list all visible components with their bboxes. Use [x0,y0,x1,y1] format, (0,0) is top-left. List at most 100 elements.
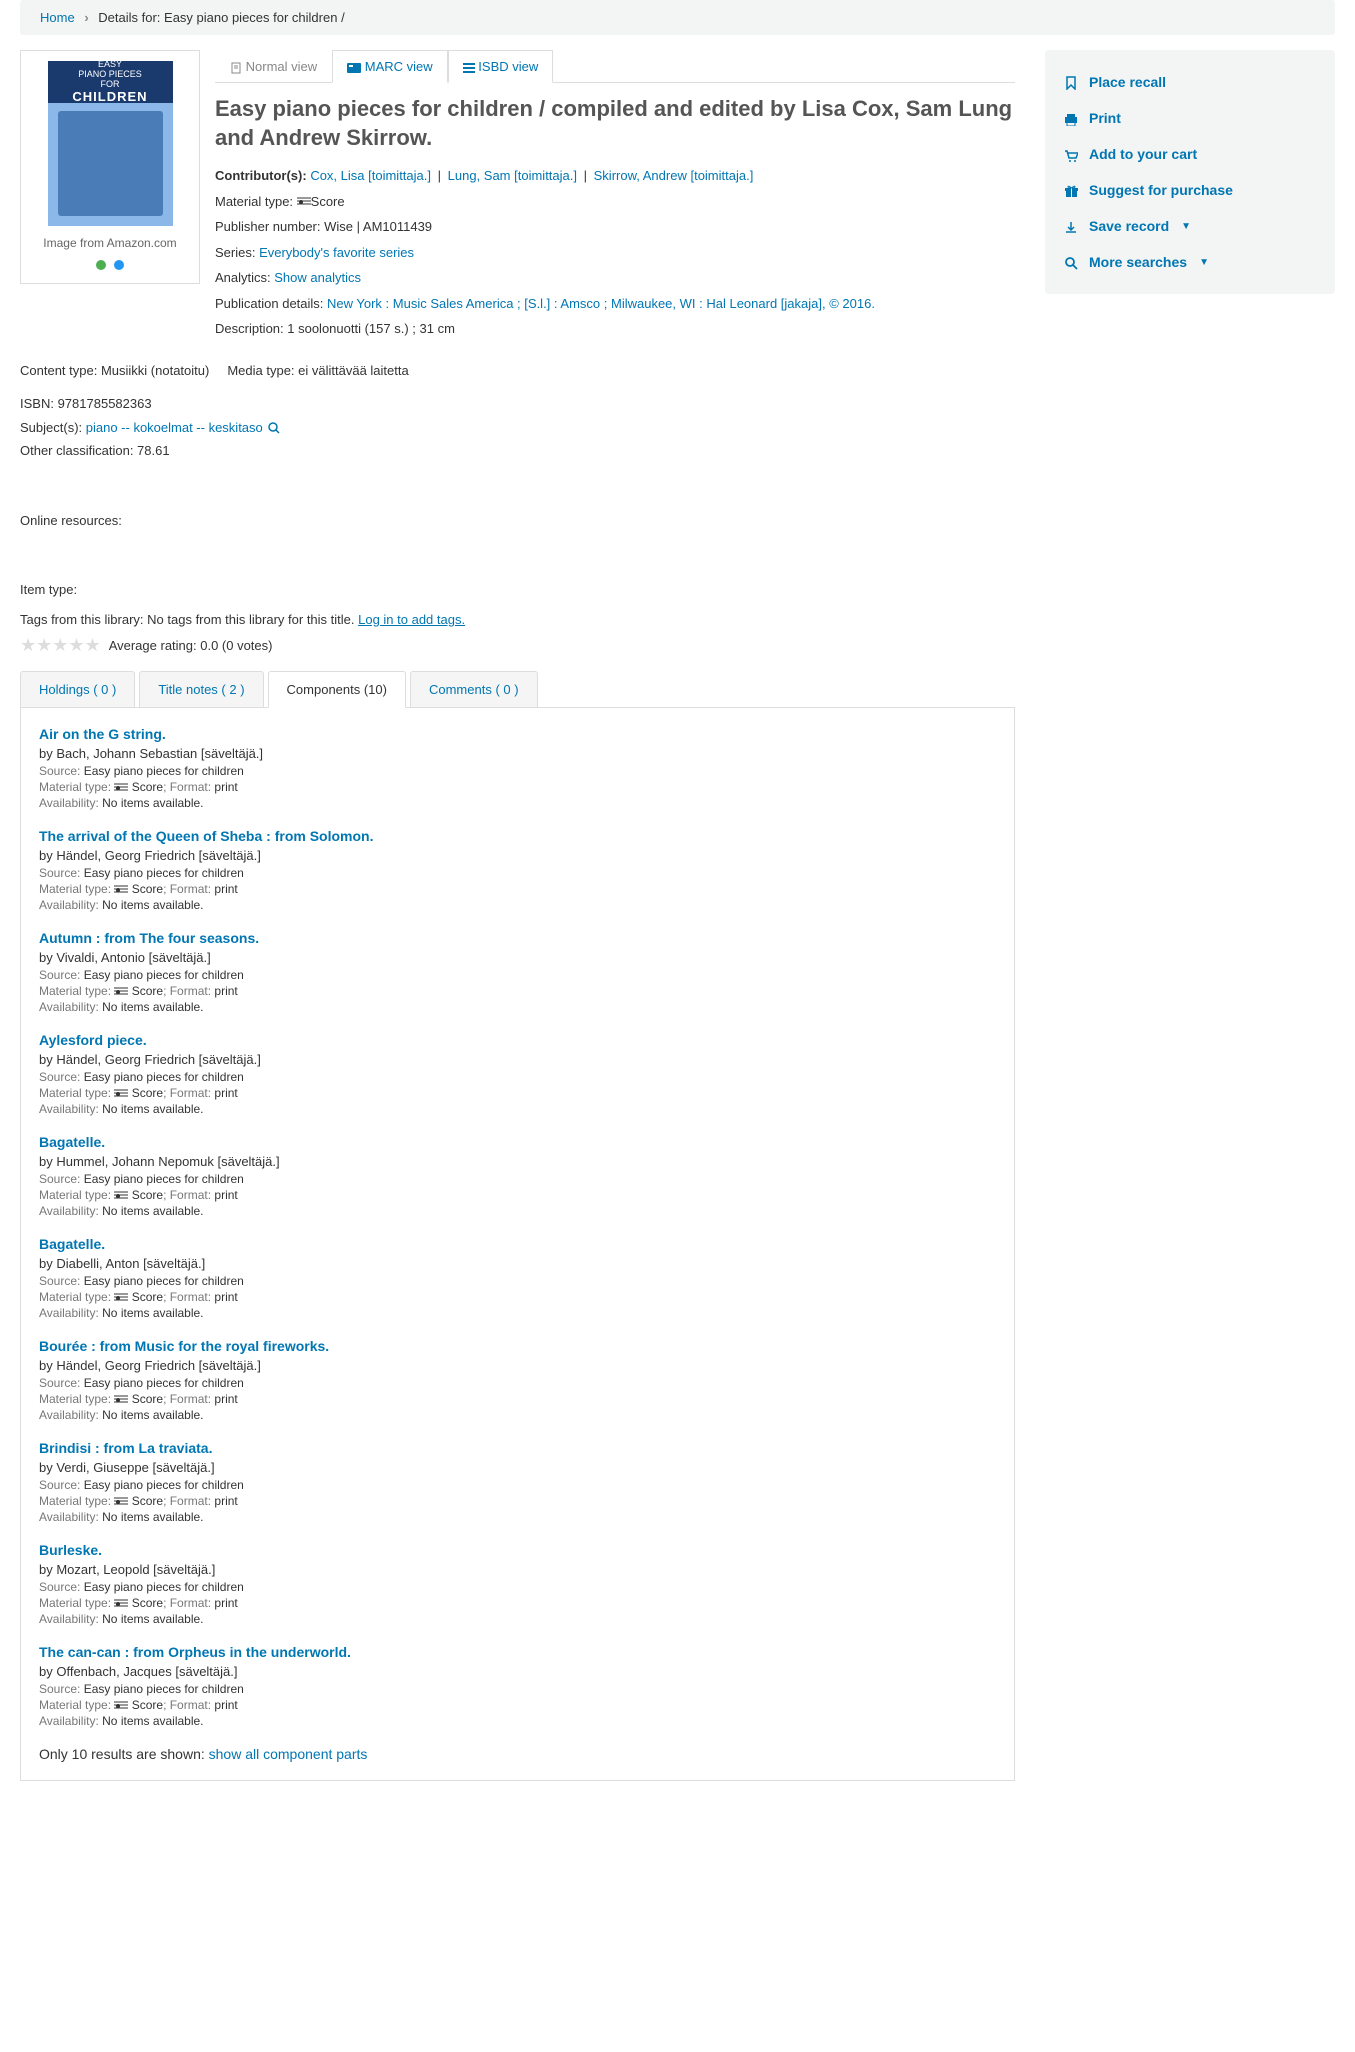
breadcrumb-current: Details for: Easy piano pieces for child… [98,10,344,25]
component-item: Brindisi : from La traviata.by Verdi, Gi… [39,1440,996,1524]
pubdetails-label: Publication details: [215,296,327,311]
sidebar-save-record[interactable]: Save record ▼ [1063,208,1317,244]
sidebar-more-searches[interactable]: More searches ▼ [1063,244,1317,280]
tab-marc-label: MARC view [365,59,433,74]
tab-components[interactable]: Components (10) [268,671,406,708]
tab-normal-view[interactable]: Normal view [215,50,332,82]
cover-image[interactable]: EASYPIANO PIECESFORCHILDREN [48,61,173,226]
cover-box: EASYPIANO PIECESFORCHILDREN Image from A… [20,50,200,284]
component-material: Material type: Score; Format: print [39,780,996,794]
view-tabs: Normal view MARC view ISBD view [215,50,1015,83]
list-icon [463,59,475,74]
record-title: Easy piano pieces for children / compile… [215,95,1015,152]
subjects-label: Subject(s): [20,420,86,435]
component-author: by Händel, Georg Friedrich [säveltäjä.] [39,848,996,863]
sidebar-label: More searches [1089,254,1187,270]
print-icon [1063,110,1079,126]
component-item: Bourée : from Music for the royal firewo… [39,1338,996,1422]
component-title-link[interactable]: Bourée : from Music for the royal firewo… [39,1338,996,1354]
component-item: Bagatelle. by Hummel, Johann Nepomuk [säv… [39,1134,996,1218]
component-item: Burleske.by Mozart, Leopold [säveltäjä.]… [39,1542,996,1626]
description-label: Description: [215,321,287,336]
component-material: Material type: Score; Format: print [39,1290,996,1304]
component-title-link[interactable]: The arrival of the Queen of Sheba : from… [39,828,996,844]
star-rating[interactable]: ★★★★★ [20,635,101,656]
tags-line: Tags from this library: No tags from thi… [20,612,1015,627]
component-availability: Availability: No items available. [39,1204,996,1218]
tab-comments[interactable]: Comments ( 0 ) [410,671,538,708]
caret-down-icon: ▼ [1199,257,1209,268]
component-title-link[interactable]: Bagatelle. [39,1134,996,1150]
component-source: Source: Easy piano pieces for children [39,968,996,982]
component-item: The arrival of the Queen of Sheba : from… [39,828,996,912]
component-title-link[interactable]: Aylesford piece. [39,1032,996,1048]
contributors-label: Contributor(s): [215,168,310,183]
component-source: Source: Easy piano pieces for children [39,764,996,778]
score-icon [114,1290,128,1304]
component-title-link[interactable]: The can-can : from Orpheus in the underw… [39,1644,996,1660]
component-availability: Availability: No items available. [39,1000,996,1014]
component-availability: Availability: No items available. [39,1510,996,1524]
component-author: by Hummel, Johann Nepomuk [säveltäjä.] [39,1154,996,1169]
subjects-line: Subject(s): piano -- kokoelmat -- keskit… [20,418,1015,438]
login-add-tags-link[interactable]: Log in to add tags. [358,612,465,627]
component-author: by Händel, Georg Friedrich [säveltäjä.] [39,1358,996,1373]
component-source: Source: Easy piano pieces for children [39,1070,996,1084]
pub-place-link[interactable]: [S.l.] : [524,296,560,311]
contributor-link[interactable]: Cox, Lisa [toimittaja.] [310,168,431,183]
component-material: Material type: Score; Format: print [39,1188,996,1202]
rating-line: ★★★★★ Average rating: 0.0 (0 votes) [20,635,1015,656]
series-link[interactable]: Everybody's favorite series [259,245,414,260]
breadcrumb-home[interactable]: Home [40,10,75,25]
contributor-link[interactable]: Skirrow, Andrew [toimittaja.] [594,168,754,183]
component-source: Source: Easy piano pieces for children [39,1376,996,1390]
pub-date-link[interactable]: © 2016. [829,296,875,311]
component-title-link[interactable]: Autumn : from The four seasons. [39,930,996,946]
component-source: Source: Easy piano pieces for children [39,1682,996,1696]
component-title-link[interactable]: Burleske. [39,1542,996,1558]
pub-name-link[interactable]: Hal Leonard [jakaja], [706,296,829,311]
sidebar-place-recall[interactable]: Place recall [1063,64,1317,100]
sidebar-label: Suggest for purchase [1089,182,1233,198]
pub-name-link[interactable]: Amsco ; [560,296,611,311]
component-material: Material type: Score; Format: print [39,1494,996,1508]
component-item: Bagatelle.by Diabelli, Anton [säveltäjä.… [39,1236,996,1320]
component-availability: Availability: No items available. [39,796,996,810]
pub-place-link[interactable]: Milwaukee, WI : [611,296,706,311]
show-all-link[interactable]: show all component parts [209,1746,368,1762]
component-source: Source: Easy piano pieces for children [39,866,996,880]
analytics-link[interactable]: Show analytics [274,270,361,285]
component-title-link[interactable]: Bagatelle. [39,1236,996,1252]
search-icon[interactable] [268,420,280,435]
tab-holdings[interactable]: Holdings ( 0 ) [20,671,135,708]
component-author: by Vivaldi, Antonio [säveltäjä.] [39,950,996,965]
component-title-link[interactable]: Brindisi : from La traviata. [39,1440,996,1456]
sidebar-print[interactable]: Print [1063,100,1317,136]
bookmark-icon [1063,74,1079,90]
component-item: Autumn : from The four seasons. by Vivald… [39,930,996,1014]
score-icon [114,1086,128,1100]
tab-content-components: Air on the G string.by Bach, Johann Seba… [20,707,1015,1781]
pubnum-value: Wise | AM1011439 [324,219,432,234]
component-material: Material type: Score; Format: print [39,1698,996,1712]
publisher-number-line: Publisher number: Wise | AM1011439 [215,217,1015,237]
no-tags-text: No tags from this library for this title… [147,612,358,627]
tab-isbd-view[interactable]: ISBD view [448,50,554,83]
description-line: Description: 1 soolonuotti (157 s.) ; 31… [215,319,1015,339]
sidebar: Place recall Print Add to your cart Sugg… [1045,50,1335,294]
component-availability: Availability: No items available. [39,1408,996,1422]
cover-dot-2[interactable] [114,260,124,270]
cover-dot-1[interactable] [96,260,106,270]
sidebar-suggest[interactable]: Suggest for purchase [1063,172,1317,208]
other-class-line: Other classification: 78.61 [20,441,1015,461]
contributor-link[interactable]: Lung, Sam [toimittaja.] [448,168,577,183]
pub-name-link[interactable]: Music Sales America ; [393,296,525,311]
tab-title-notes[interactable]: Title notes ( 2 ) [139,671,263,708]
gift-icon [1063,182,1079,198]
sidebar-add-cart[interactable]: Add to your cart [1063,136,1317,172]
tab-marc-view[interactable]: MARC view [332,50,448,83]
component-title-link[interactable]: Air on the G string. [39,726,996,742]
score-icon [114,1698,128,1712]
subject-link[interactable]: piano -- kokoelmat -- keskitaso [86,420,263,435]
pub-place-link[interactable]: New York : [327,296,393,311]
